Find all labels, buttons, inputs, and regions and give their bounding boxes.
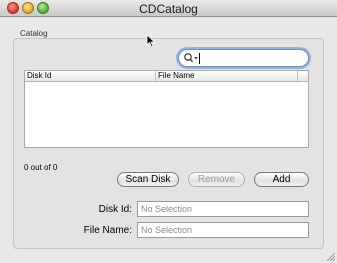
window-title: CDCatalog — [139, 2, 198, 16]
resize-grip-icon[interactable] — [325, 251, 335, 261]
file-name-label: File Name: — [83, 225, 132, 236]
cdcatalog-window: CDCatalog Catalog Disk Id File Name 0 ou… — [0, 0, 337, 263]
file-name-field[interactable]: No Selection — [137, 222, 309, 238]
search-icon[interactable] — [183, 52, 199, 64]
text-caret — [199, 53, 200, 64]
add-button[interactable]: Add — [254, 172, 309, 187]
search-input[interactable] — [201, 51, 301, 65]
disk-id-field[interactable]: No Selection — [137, 201, 309, 217]
scan-disk-button[interactable]: Scan Disk — [117, 172, 179, 187]
mouse-cursor-icon — [146, 34, 156, 48]
title-bar[interactable]: CDCatalog — [0, 0, 337, 17]
column-header-file-name[interactable]: File Name — [156, 71, 298, 81]
column-header-disk-id[interactable]: Disk Id — [25, 71, 156, 81]
catalog-group-label: Catalog — [20, 29, 48, 38]
remove-button[interactable]: Remove — [188, 172, 245, 187]
record-count: 0 out of 0 — [24, 163, 58, 172]
disk-id-label: Disk Id: — [98, 204, 132, 215]
table-header: Disk Id File Name — [25, 71, 308, 82]
header-corner — [298, 71, 308, 81]
catalog-table[interactable]: Disk Id File Name — [24, 70, 309, 148]
search-field[interactable] — [178, 49, 309, 67]
